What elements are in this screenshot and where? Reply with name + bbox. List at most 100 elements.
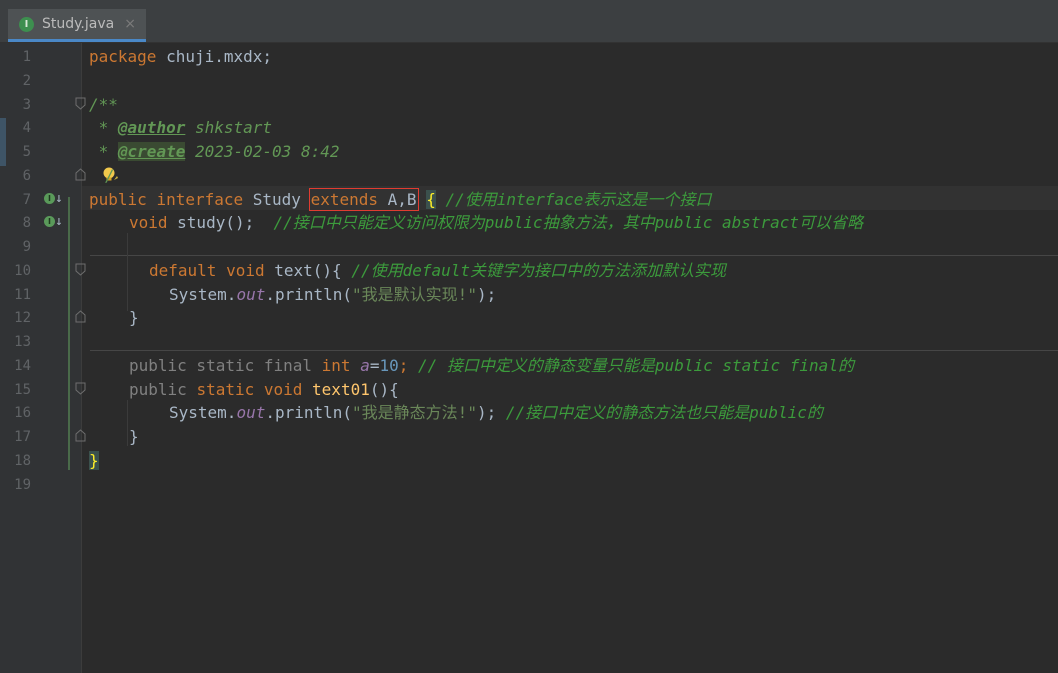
code-line-10: default void text(){ //使用default关键字为接口中的… <box>149 259 726 283</box>
line-number: 4 <box>22 120 31 136</box>
method-decl: text(){ <box>264 261 352 280</box>
keyword: void <box>129 213 168 232</box>
code-line-11: System.out.println("我是默认实现!"); <box>169 283 496 307</box>
number-literal: 10 <box>379 356 399 375</box>
line-number: 18 <box>14 453 31 469</box>
static-field: out <box>236 403 266 422</box>
static-field: out <box>236 285 266 304</box>
method-separator <box>90 255 1058 256</box>
code-line-4: * @author shkstart <box>89 116 272 140</box>
line-number: 12 <box>14 310 31 326</box>
line-number: 10 <box>14 263 31 279</box>
code-line-3: /** <box>89 93 118 117</box>
doc-tag: @create <box>117 142 186 161</box>
arrow-down-icon: ↓ <box>55 214 63 229</box>
doc-comment: 2023-02-03 8:42 <box>185 142 340 161</box>
doc-comment: /** <box>89 95 118 114</box>
string-literal: "我是默认实现!" <box>352 285 477 304</box>
close-icon[interactable]: × <box>124 16 136 32</box>
code-line-18: } <box>89 449 99 473</box>
line-number: 19 <box>14 477 31 493</box>
code-line-15: public static void text01(){ <box>129 378 399 402</box>
code-line-5: * @create 2023-02-03 8:42 <box>89 140 339 164</box>
editor-gutter: 1 2 3 4 5 6 7 8 9 10 11 12 13 14 15 16 1… <box>0 43 86 673</box>
code-line-14: public static final int a=10; // 接口中定义的静… <box>129 354 854 378</box>
code-text: (){ <box>369 380 399 399</box>
code-line-12: } <box>129 306 139 330</box>
keyword: static <box>196 380 255 399</box>
class-name: Study <box>243 190 311 209</box>
indent-guide <box>127 233 128 311</box>
line-number: 1 <box>22 49 31 65</box>
brace-match: } <box>89 451 99 470</box>
keyword: package <box>89 47 157 66</box>
method-name: text01 <box>302 380 370 399</box>
code-line-7: public interface Study extends A,B { //使… <box>89 188 711 212</box>
keyword: interface <box>156 190 244 209</box>
keyword: extends <box>310 190 379 209</box>
keyword: default <box>149 261 217 280</box>
line-number: 5 <box>22 144 31 160</box>
line-number: 6 <box>22 168 31 184</box>
implemented-icon[interactable]: I <box>44 193 55 204</box>
code-text: System. <box>169 403 237 422</box>
method-decl: study(); <box>167 213 274 232</box>
code-text: ); <box>476 403 497 422</box>
doc-comment: shkstart <box>185 118 273 137</box>
line-number: 9 <box>22 239 31 255</box>
tab-study-java[interactable]: I Study.java × <box>8 9 146 42</box>
keyword: void <box>263 380 303 399</box>
vcs-change-marker <box>68 197 70 470</box>
method-separator <box>90 350 1058 351</box>
editor-tab-bar: I Study.java × <box>0 0 1058 43</box>
code-text: .println( <box>265 403 353 422</box>
keyword: int <box>321 356 351 375</box>
code-line-6: / <box>105 164 115 188</box>
line-number: 8 <box>22 215 31 231</box>
implemented-icon[interactable]: I <box>44 216 55 227</box>
code-line-16: System.out.println("我是静态方法!"); //接口中定义的静… <box>169 401 823 425</box>
line-number: 11 <box>14 287 31 303</box>
arrow-down-icon: ↓ <box>55 191 63 206</box>
package-name: chuji.mxdx; <box>156 47 273 66</box>
interface-file-icon: I <box>19 16 34 32</box>
code-line-8: void study(); //接口中只能定义访问权限为public抽象方法，其… <box>129 211 863 235</box>
line-number: 16 <box>14 405 31 421</box>
code-editor[interactable]: package chuji.mxdx; /** * @author shksta… <box>82 43 1058 673</box>
indent-guide <box>127 400 128 446</box>
redundant-modifiers: public static final <box>129 356 322 375</box>
line-comment: //接口中只能定义访问权限为public抽象方法，其中public abstra… <box>273 213 864 232</box>
line-comment: //使用default关键字为接口中的方法添加默认实现 <box>351 261 727 280</box>
semicolon: ; <box>398 356 409 375</box>
line-number: 17 <box>14 429 31 445</box>
code-text: ); <box>476 285 497 304</box>
line-comment: // 接口中定义的静态变量只能是public static final的 <box>408 356 854 375</box>
line-comment: //接口中定义的静态方法也只能是public的 <box>496 403 823 422</box>
doc-tag: @author <box>117 118 186 137</box>
line-number: 3 <box>22 97 31 113</box>
super-interfaces: A,B <box>378 190 417 209</box>
tab-title: Study.java <box>42 16 115 32</box>
doc-comment: * <box>89 118 118 137</box>
line-number: 14 <box>14 358 31 374</box>
static-field: a <box>360 356 370 375</box>
closing-brace: } <box>129 427 139 446</box>
code-text: .println( <box>265 285 353 304</box>
string-literal: "我是静态方法!" <box>352 403 477 422</box>
line-number: 15 <box>14 382 31 398</box>
redundant-modifiers: public <box>129 380 197 399</box>
line-comment: //使用interface表示这是一个接口 <box>435 190 712 209</box>
keyword: void <box>226 261 265 280</box>
annotation-box: extends A,B <box>308 188 419 211</box>
line-number: 2 <box>22 73 31 89</box>
code-line-17: } <box>129 425 139 449</box>
doc-comment: / <box>105 166 115 185</box>
code-text: System. <box>169 285 237 304</box>
line-number: 13 <box>14 334 31 350</box>
code-line-1: package chuji.mxdx; <box>89 45 272 69</box>
line-number: 7 <box>22 192 31 208</box>
closing-brace: } <box>129 308 139 327</box>
keyword: public <box>89 190 147 209</box>
doc-comment: * <box>89 142 118 161</box>
